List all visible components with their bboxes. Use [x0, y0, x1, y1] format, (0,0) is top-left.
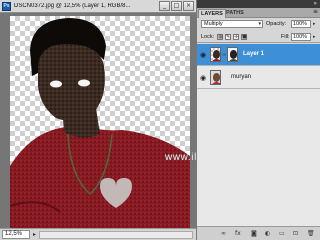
link-icon[interactable]: ∞ — [221, 230, 226, 237]
status-bar: 12,5% ▸ — [0, 228, 196, 240]
lock-image-icon[interactable]: ✎ — [225, 34, 231, 40]
adjustment-icon[interactable]: ◐ — [265, 230, 270, 237]
layer-name: Layer 1 — [243, 51, 265, 57]
link-chain-icon: ∞ — [222, 52, 227, 58]
fill-label: Fill: — [281, 34, 290, 40]
canvas-area[interactable]: www.ilmudesain.web.id — [0, 13, 280, 228]
opacity-label: Opacity: — [266, 21, 287, 27]
tab-paths[interactable]: PATHS — [224, 9, 246, 18]
zoom-level-field[interactable]: 12,5% — [2, 230, 30, 239]
fill-slider-arrow-icon[interactable]: ▸ — [313, 34, 316, 40]
minimize-button[interactable]: _ — [159, 1, 170, 11]
document-title: DSCN0372.jpg @ 12,5% (Layer 1, RGB/8... — [14, 3, 131, 9]
tab-layers[interactable]: LAYERS — [198, 9, 226, 18]
eye-visibility-icon[interactable]: ◉ — [200, 51, 206, 59]
opacity-field[interactable]: 100% — [291, 20, 311, 28]
lock-position-icon[interactable]: ✛ — [233, 34, 239, 40]
panel-tabbar: LAYERS PATHS ≡ — [197, 8, 320, 18]
opacity-slider-arrow-icon[interactable]: ▸ — [313, 21, 316, 27]
layer-row-muryan[interactable]: ◉ muryan — [197, 67, 320, 89]
lock-transparency-icon[interactable]: ▦ — [217, 34, 223, 40]
lock-fill-row: Lock: ▦ ✎ ✛ ■ Fill: 100% ▸ — [197, 31, 320, 43]
photoshop-logo-icon: Ps — [2, 1, 11, 11]
layer-thumbnail — [210, 47, 221, 62]
layer-row-layer-1[interactable]: ◉ ∞ Layer 1 — [197, 44, 320, 66]
layer-name: muryan — [231, 74, 252, 80]
layer-thumbnail — [210, 70, 221, 85]
layers-panel-footer: ∞ fx ◙ ◐ ▭ ⊡ 🗑 — [197, 226, 320, 240]
layers-panel: » LAYERS PATHS ≡ Multiply ▾ Opacity: 100… — [196, 0, 320, 240]
chevron-down-icon: ▾ — [258, 21, 261, 27]
horizontal-scrollbar[interactable] — [39, 230, 193, 239]
blend-opacity-row: Multiply ▾ Opacity: 100% ▸ — [197, 18, 320, 30]
close-button[interactable]: × — [183, 1, 194, 11]
document-canvas[interactable] — [10, 16, 190, 228]
document-title-bar: Ps DSCN0372.jpg @ 12,5% (Layer 1, RGB/8.… — [0, 0, 196, 13]
photo-layer-image — [10, 18, 190, 228]
lock-all-icon[interactable]: ■ — [241, 34, 247, 40]
blend-mode-select[interactable]: Multiply ▾ — [201, 20, 263, 28]
panel-header-strip: » — [197, 0, 320, 8]
eye-visibility-icon[interactable]: ◉ — [200, 74, 206, 82]
panel-collapse-icon[interactable]: » — [313, 0, 317, 7]
fx-icon[interactable]: fx — [235, 230, 241, 237]
layers-list: ◉ ∞ Layer 1 ◉ muryan — [197, 44, 320, 226]
group-icon[interactable]: ▭ — [279, 230, 285, 237]
fill-field[interactable]: 100% — [291, 33, 311, 41]
maximize-button[interactable]: □ — [171, 1, 182, 11]
new-layer-icon[interactable]: ⊡ — [293, 230, 298, 237]
panel-menu-icon[interactable]: ≡ — [313, 8, 318, 15]
status-menu-arrow-icon[interactable]: ▸ — [33, 231, 36, 238]
layer-mask-thumbnail[interactable] — [227, 47, 238, 62]
lock-label: Lock: — [201, 34, 215, 40]
blend-mode-value: Multiply — [204, 21, 223, 27]
mask-icon[interactable]: ◙ — [251, 230, 257, 237]
trash-icon[interactable]: 🗑 — [307, 230, 315, 237]
